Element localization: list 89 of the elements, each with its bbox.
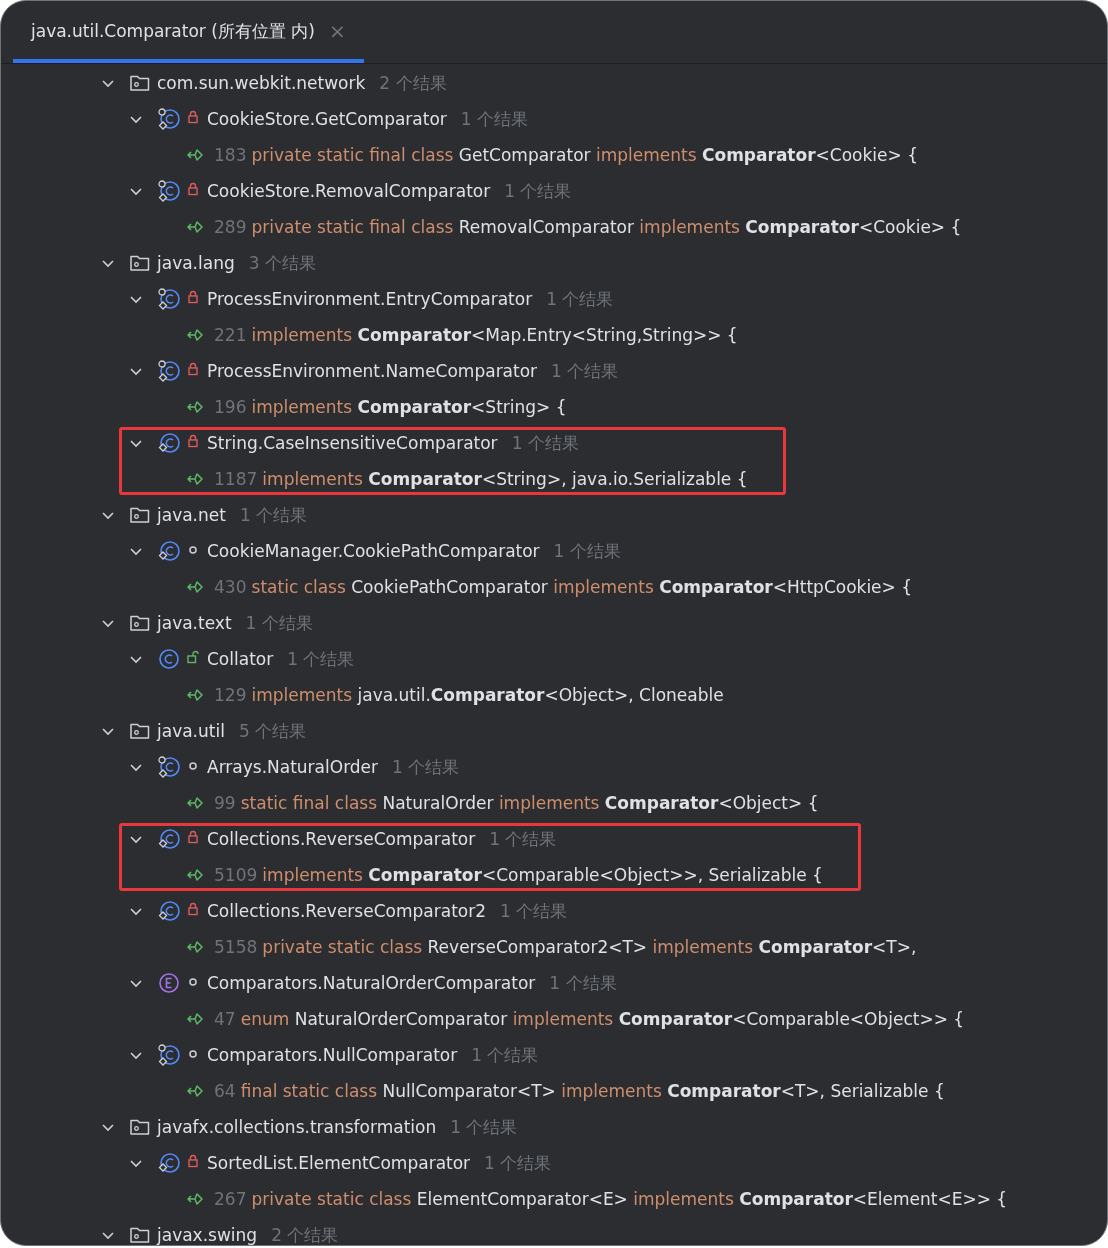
usage-item[interactable]: 430 static class CookiePathComparator implements Comparator<HttpCookie> { xyxy=(1,569,913,605)
lock-icon xyxy=(187,182,199,196)
usage-arrow-icon xyxy=(186,580,206,594)
usage-arrow-icon xyxy=(186,400,206,414)
lock-icon xyxy=(187,290,199,304)
nested-class-icon xyxy=(157,179,181,203)
usage-arrow-icon xyxy=(186,688,206,702)
usage-arrow-icon xyxy=(186,1192,206,1206)
tree-item[interactable]: CookieStore.GetComparator 1 个结果 xyxy=(1,101,529,137)
usage-arrow-icon xyxy=(186,220,206,234)
usage-item[interactable]: 196 implements Comparator<String> { xyxy=(1,389,567,425)
class-icon xyxy=(157,647,181,671)
code-line: 183 private static final class GetComparator implements Comparator<Cookie> { xyxy=(214,145,918,165)
inner-class-icon xyxy=(157,539,181,563)
tree-item[interactable]: ProcessEnvironment.NameComparator 1 个结果 xyxy=(1,353,619,389)
tree-item[interactable]: CookieManager.CookiePathComparator 1 个结果 xyxy=(1,533,621,569)
folder-icon xyxy=(129,253,151,273)
tree-item[interactable]: java.util 5 个结果 xyxy=(1,713,307,749)
tree-item[interactable]: Collections.ReverseComparator2 1 个结果 xyxy=(1,893,568,929)
usage-item[interactable]: 5158 private static class ReverseComparator2<T> implements Comparator<T>, xyxy=(1,929,917,965)
tree-item[interactable]: javafx.collections.transformation 1 个结果 xyxy=(1,1109,518,1145)
lock-icon xyxy=(187,1154,199,1168)
inner-class-icon xyxy=(157,1151,181,1175)
code-line: 5109 implements Comparator<Comparable<Object>>, Serializable { xyxy=(214,865,823,885)
nested-class-icon xyxy=(157,287,181,311)
inner-class-icon xyxy=(157,827,181,851)
usage-item[interactable]: 289 private static final class RemovalComparator implements Comparator<Cookie> { xyxy=(1,209,962,245)
tree-item[interactable]: java.text 1 个结果 xyxy=(1,605,313,641)
lock-icon xyxy=(187,362,199,376)
enum-icon xyxy=(157,971,181,995)
usage-item[interactable]: 64 final static class NullComparator<T> implements Comparator<T>, Serializable { xyxy=(1,1073,945,1109)
tree-item[interactable]: java.net 1 个结果 xyxy=(1,497,308,533)
nested-class-icon xyxy=(157,107,181,131)
usage-arrow-icon xyxy=(186,868,206,882)
code-line: 289 private static final class RemovalComparator implements Comparator<Cookie> { xyxy=(214,217,962,237)
usage-arrow-icon xyxy=(186,472,206,486)
tree-item[interactable]: Comparators.NaturalOrderComparator 1 个结果 xyxy=(1,965,617,1001)
lock-icon xyxy=(187,110,199,124)
code-line: 221 implements Comparator<Map.Entry<String,String>> { xyxy=(214,325,738,345)
folder-icon xyxy=(129,73,151,93)
tree-item[interactable]: com.sun.webkit.network 2 个结果 xyxy=(1,65,447,101)
search-tab[interactable]: java.util.Comparator (所有位置 内) × xyxy=(13,3,364,63)
usage-arrow-icon xyxy=(186,940,206,954)
tree-item[interactable]: javax.swing 2 个结果 xyxy=(1,1217,339,1245)
usage-arrow-icon xyxy=(186,148,206,162)
usage-arrow-icon xyxy=(186,1012,206,1026)
tree-item[interactable]: Comparators.NullComparator 1 个结果 xyxy=(1,1037,539,1073)
code-line: 47 enum NaturalOrderComparator implements Comparator<Comparable<Object>> { xyxy=(214,1009,965,1029)
tree-item[interactable]: Arrays.NaturalOrder 1 个结果 xyxy=(1,749,460,785)
nested-class-icon xyxy=(157,755,181,779)
code-line: 1187 implements Comparator<String>, java.io.Serializable { xyxy=(214,469,748,489)
usage-item[interactable]: 47 enum NaturalOrderComparator implements Comparator<Comparable<Object>> { xyxy=(1,1001,965,1037)
nested-class-icon xyxy=(157,1043,181,1067)
code-line: 267 private static class ElementComparator<E> implements Comparator<Element<E>> { xyxy=(214,1189,1008,1209)
tree-item[interactable]: SortedList.ElementComparator 1 个结果 xyxy=(1,1145,552,1181)
folder-icon xyxy=(129,613,151,633)
usage-arrow-icon xyxy=(186,796,206,810)
code-line: 430 static class CookiePathComparator implements Comparator<HttpCookie> { xyxy=(214,577,913,597)
inner-class-icon xyxy=(157,899,181,923)
tree-item[interactable]: String.CaseInsensitiveComparator 1 个结果 xyxy=(1,425,579,461)
usage-item[interactable]: 129 implements java.util.Comparator<Object>, Cloneable xyxy=(1,677,724,713)
lock-icon xyxy=(187,830,199,844)
nested-class-icon xyxy=(157,359,181,383)
code-line: 99 static final class NaturalOrder implements Comparator<Object> { xyxy=(214,793,819,813)
usage-item[interactable]: 267 private static class ElementComparator<E> implements Comparator<Element<E>> { xyxy=(1,1181,1008,1217)
lock-icon xyxy=(187,902,199,916)
folder-icon xyxy=(129,721,151,741)
folder-icon xyxy=(129,1117,151,1137)
usage-arrow-icon xyxy=(186,1084,206,1098)
tree-item[interactable]: CookieStore.RemovalComparator 1 个结果 xyxy=(1,173,572,209)
usage-item[interactable]: 183 private static final class GetComparator implements Comparator<Cookie> { xyxy=(1,137,918,173)
code-line: 64 final static class NullComparator<T> implements Comparator<T>, Serializable { xyxy=(214,1081,945,1101)
tree-item[interactable]: Collator 1 个结果 xyxy=(1,641,355,677)
folder-icon xyxy=(129,1225,151,1245)
tree-item[interactable]: java.lang 3 个结果 xyxy=(1,245,316,281)
inner-class-icon xyxy=(157,431,181,455)
usage-item[interactable]: 5109 implements Comparator<Comparable<Object>>, Serializable { xyxy=(1,857,823,893)
unlocked-icon xyxy=(187,650,199,664)
code-line: 5158 private static class ReverseComparator2<T> implements Comparator<T>, xyxy=(214,937,917,957)
usage-item[interactable]: 1187 implements Comparator<String>, java.io.Serializable { xyxy=(1,461,748,497)
usage-arrow-icon xyxy=(186,328,206,342)
folder-icon xyxy=(129,505,151,525)
code-line: 129 implements java.util.Comparator<Object>, Cloneable xyxy=(214,685,724,705)
usage-item[interactable]: 99 static final class NaturalOrder implements Comparator<Object> { xyxy=(1,785,819,821)
usage-item[interactable]: 221 implements Comparator<Map.Entry<String,String>> { xyxy=(1,317,738,353)
code-line: 196 implements Comparator<String> { xyxy=(214,397,567,417)
tree-item[interactable]: ProcessEnvironment.EntryComparator 1 个结果 xyxy=(1,281,614,317)
tree-item[interactable]: Collections.ReverseComparator 1 个结果 xyxy=(1,821,557,857)
lock-icon xyxy=(187,434,199,448)
